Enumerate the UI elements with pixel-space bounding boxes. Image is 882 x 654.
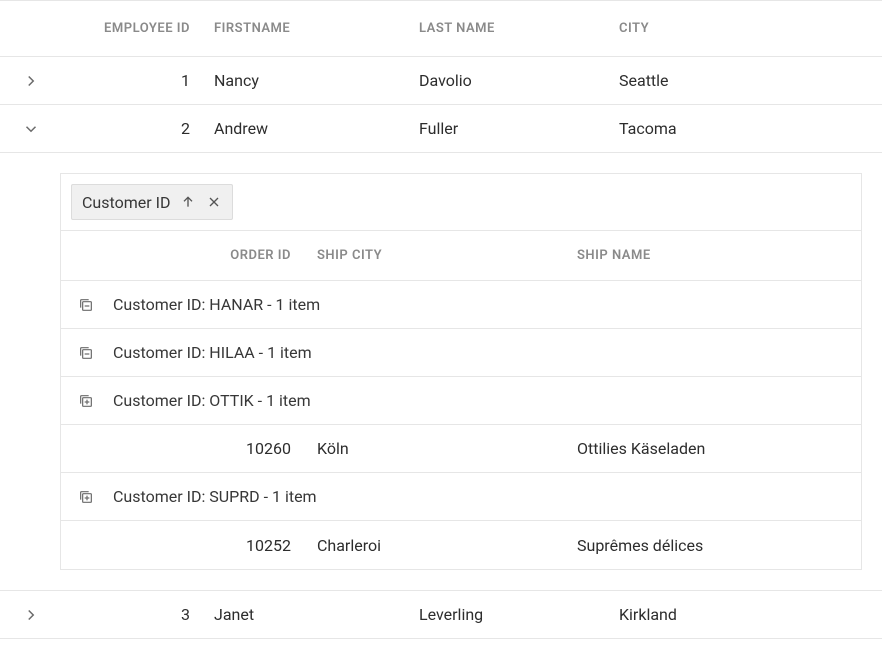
group-prefix: Customer ID: xyxy=(113,391,209,410)
cell-employee-id: 3 xyxy=(62,605,208,624)
cell-lastname: Davolio xyxy=(413,71,613,90)
cell-order-id: 10260 xyxy=(111,439,311,458)
remove-group-icon[interactable] xyxy=(206,194,222,210)
cell-firstname: Janet xyxy=(208,605,413,624)
detail-header: ORDER ID SHIP CITY SHIP NAME xyxy=(61,231,861,281)
header-ship-name[interactable]: SHIP NAME xyxy=(571,248,861,263)
cell-lastname: Leverling xyxy=(413,605,613,624)
header-employee-id[interactable]: EMPLOYEE ID xyxy=(62,21,208,36)
expand-toggle[interactable] xyxy=(0,606,62,624)
group-customer: SUPRD xyxy=(209,487,259,506)
cell-ship-city: Köln xyxy=(311,439,571,458)
group-row: Customer ID: HILAA - 1 item xyxy=(61,329,861,377)
group-prefix: Customer ID: xyxy=(113,487,209,506)
cell-employee-id: 2 xyxy=(62,119,208,138)
group-suffix: - 1 item xyxy=(254,391,311,410)
group-collapse-toggle[interactable] xyxy=(61,393,111,409)
group-row: Customer ID: OTTIK - 1 item xyxy=(61,377,861,425)
collapse-toggle[interactable] xyxy=(0,120,62,138)
detail-grid: Customer ID ORDER ID SHIP CITY SHIP NAME… xyxy=(60,173,862,570)
collapse-icon xyxy=(78,345,94,361)
table-row: 3 Janet Leverling Kirkland xyxy=(0,591,882,639)
expand-toggle[interactable] xyxy=(0,72,62,90)
group-label: Customer ID: HILAA - 1 item xyxy=(111,343,861,362)
header-city[interactable]: CITY xyxy=(613,21,882,36)
chevron-right-icon xyxy=(22,72,40,90)
group-customer: HANAR xyxy=(209,295,263,314)
group-customer: OTTIK xyxy=(209,391,253,410)
expand-icon xyxy=(78,393,94,409)
header-lastname[interactable]: LAST NAME xyxy=(413,21,613,36)
group-row: Customer ID: SUPRD - 1 item xyxy=(61,473,861,521)
group-row: Customer ID: HANAR - 1 item xyxy=(61,281,861,329)
group-expand-toggle[interactable] xyxy=(61,345,111,361)
group-suffix: - 1 item xyxy=(255,343,312,362)
group-label: Customer ID: HANAR - 1 item xyxy=(111,295,861,314)
group-suffix: - 1 item xyxy=(260,487,317,506)
cell-ship-city: Charleroi xyxy=(311,536,571,555)
cell-ship-name: Ottilies Käseladen xyxy=(571,439,861,458)
table-row: 2 Andrew Fuller Tacoma xyxy=(0,105,882,153)
grid-header: EMPLOYEE ID FIRSTNAME LAST NAME CITY xyxy=(0,1,882,57)
cell-order-id: 10252 xyxy=(111,536,311,555)
group-suffix: - 1 item xyxy=(263,295,320,314)
collapse-icon xyxy=(78,297,94,313)
table-row: 1 Nancy Davolio Seattle xyxy=(0,57,882,105)
group-chip-customer-id[interactable]: Customer ID xyxy=(71,184,233,220)
cell-firstname: Andrew xyxy=(208,119,413,138)
group-label: Customer ID: SUPRD - 1 item xyxy=(111,487,861,506)
group-prefix: Customer ID: xyxy=(113,343,209,362)
order-row: 10260 Köln Ottilies Käseladen xyxy=(61,425,861,473)
order-row: 10252 Charleroi Suprêmes délices xyxy=(61,521,861,569)
employee-grid: EMPLOYEE ID FIRSTNAME LAST NAME CITY 1 N… xyxy=(0,0,882,639)
group-expand-toggle[interactable] xyxy=(61,297,111,313)
expand-icon xyxy=(78,489,94,505)
header-ship-city[interactable]: SHIP CITY xyxy=(311,248,571,263)
detail-panel: Customer ID ORDER ID SHIP CITY SHIP NAME… xyxy=(0,153,882,591)
chevron-right-icon xyxy=(22,606,40,624)
group-prefix: Customer ID: xyxy=(113,295,209,314)
cell-employee-id: 1 xyxy=(62,71,208,90)
cell-ship-name: Suprêmes délices xyxy=(571,536,861,555)
group-by-bar: Customer ID xyxy=(61,174,861,231)
group-label: Customer ID: OTTIK - 1 item xyxy=(111,391,861,410)
group-customer: HILAA xyxy=(209,343,254,362)
chevron-down-icon xyxy=(22,120,40,138)
group-chip-label: Customer ID xyxy=(82,193,170,212)
header-firstname[interactable]: FIRSTNAME xyxy=(208,21,413,36)
cell-firstname: Nancy xyxy=(208,71,413,90)
cell-city: Seattle xyxy=(613,71,882,90)
cell-city: Tacoma xyxy=(613,119,882,138)
sort-asc-icon[interactable] xyxy=(180,194,196,210)
header-order-id[interactable]: ORDER ID xyxy=(111,248,311,263)
cell-lastname: Fuller xyxy=(413,119,613,138)
cell-city: Kirkland xyxy=(613,605,882,624)
group-collapse-toggle[interactable] xyxy=(61,489,111,505)
